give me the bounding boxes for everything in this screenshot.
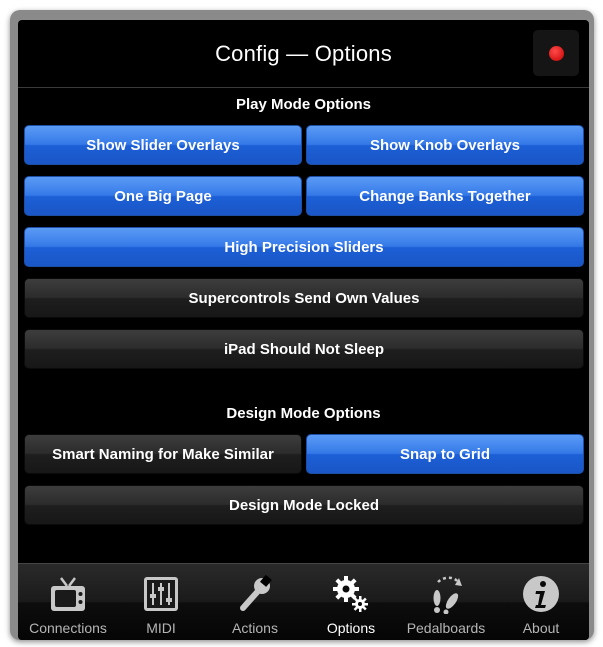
record-button[interactable] — [533, 30, 579, 76]
tab-options[interactable]: Options — [306, 564, 396, 640]
page-title: Config — Options — [215, 40, 392, 66]
high-precision-sliders-toggle[interactable]: High Precision Sliders — [24, 227, 584, 267]
show-knob-overlays-toggle[interactable]: Show Knob Overlays — [306, 125, 584, 165]
tab-actions[interactable]: Actions — [210, 564, 300, 640]
design-mode-section-title: Design Mode Options — [226, 405, 381, 422]
show-slider-overlays-toggle[interactable]: Show Slider Overlays — [24, 125, 302, 165]
mixer-icon — [141, 572, 181, 616]
record-icon — [548, 45, 564, 61]
tab-bar: Connections MIDI Actions Options Pedalbo… — [18, 563, 589, 640]
tab-actions-label: Actions — [232, 620, 278, 636]
options-screen: Config — Options Play Mode Options Show … — [18, 20, 589, 640]
tab-about-label: About — [522, 620, 560, 636]
tab-pedalboards-label: Pedalboards — [406, 620, 486, 636]
tab-connections[interactable]: Connections — [20, 564, 116, 640]
gears-icon — [331, 572, 371, 616]
header-bar: Config — Options — [18, 20, 589, 88]
info-icon — [521, 572, 561, 616]
tab-options-label: Options — [326, 620, 376, 636]
one-big-page-toggle[interactable]: One Big Page — [24, 176, 302, 216]
smart-naming-toggle[interactable]: Smart Naming for Make Similar — [24, 434, 302, 474]
change-banks-together-toggle[interactable]: Change Banks Together — [306, 176, 584, 216]
footprints-icon — [426, 572, 466, 616]
supercontrols-send-own-values-toggle[interactable]: Supercontrols Send Own Values — [24, 278, 584, 318]
ipad-should-not-sleep-toggle[interactable]: iPad Should Not Sleep — [24, 329, 584, 369]
design-mode-locked-toggle[interactable]: Design Mode Locked — [24, 485, 584, 525]
tab-connections-label: Connections — [29, 620, 107, 636]
tab-about[interactable]: About — [498, 564, 584, 640]
tab-midi-label: MIDI — [146, 620, 176, 636]
tv-icon — [48, 572, 88, 616]
wrench-icon — [235, 572, 275, 616]
tab-midi[interactable]: MIDI — [118, 564, 204, 640]
tab-pedalboards[interactable]: Pedalboards — [396, 564, 496, 640]
snap-to-grid-toggle[interactable]: Snap to Grid — [306, 434, 584, 474]
play-mode-section-title: Play Mode Options — [235, 96, 371, 113]
